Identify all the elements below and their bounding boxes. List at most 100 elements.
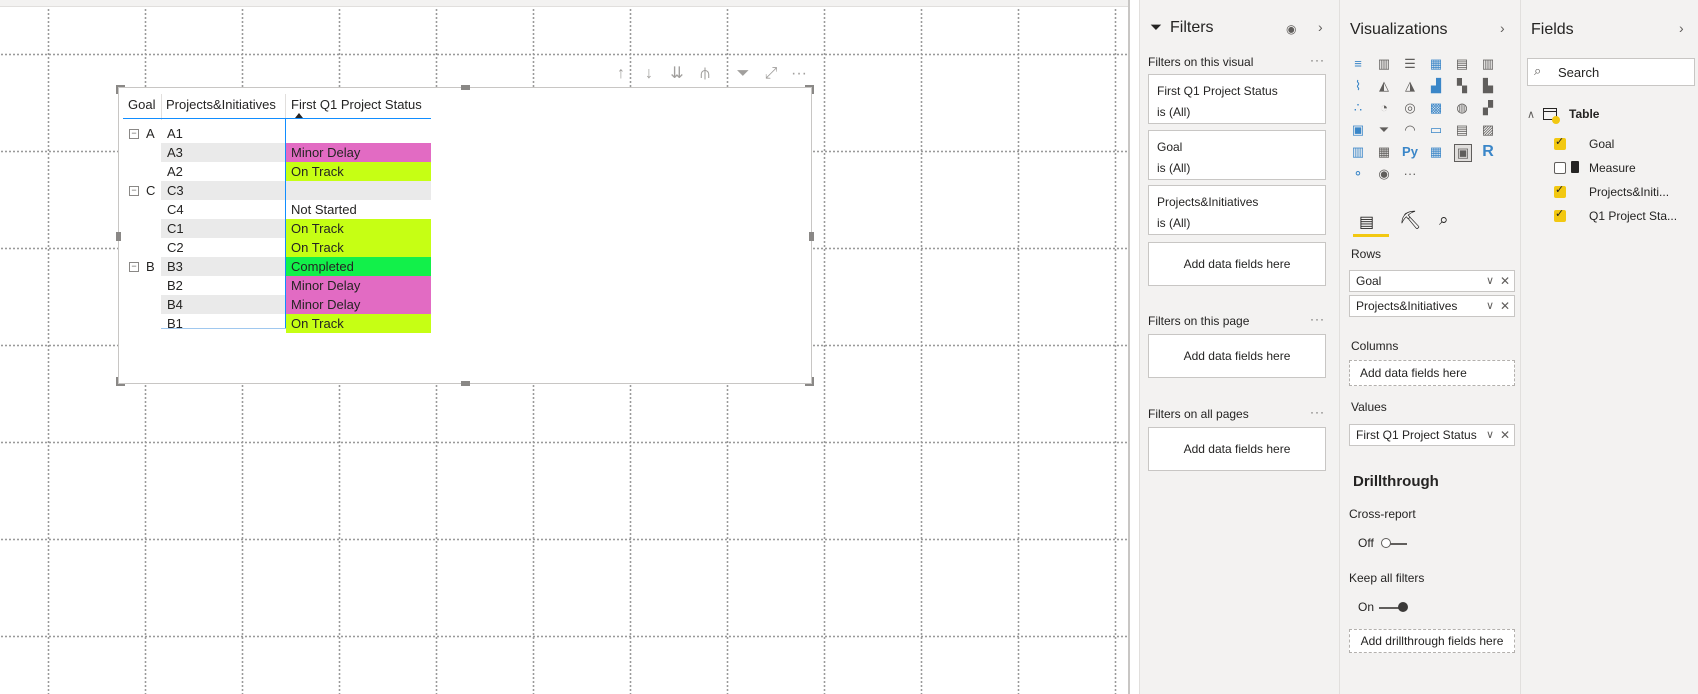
drillthrough-dropzone[interactable]: Add drillthrough fields here — [1349, 629, 1515, 653]
r-visual-icon[interactable]: R — [1480, 144, 1496, 160]
remove-x-icon[interactable]: ✕ — [1500, 425, 1510, 445]
header-status[interactable]: First Q1 Project Status — [291, 97, 422, 112]
treemap-icon[interactable]: ▩ — [1428, 100, 1444, 116]
collapse-table-chevron-icon[interactable]: ∧ — [1527, 108, 1535, 121]
project-cell: B2 — [167, 278, 183, 293]
shape-map-icon[interactable]: ▣ — [1350, 122, 1366, 138]
py-visual-icon[interactable]: Py — [1402, 144, 1418, 160]
clustered-bar-icon[interactable]: ☰ — [1402, 56, 1418, 72]
more-options-icon[interactable]: ··· — [790, 64, 808, 84]
area-chart-icon[interactable]: ◭ — [1376, 78, 1392, 94]
waterfall-icon[interactable]: ▙ — [1480, 78, 1496, 94]
filter-icon[interactable]: ⏷ — [734, 64, 752, 84]
filters-all-pages-dropzone[interactable]: Add data fields here — [1148, 427, 1326, 471]
canvas-scrollbar[interactable] — [1128, 0, 1130, 694]
collapse-minus-icon[interactable]: − — [129, 129, 139, 139]
filters-title: Filters — [1170, 19, 1214, 36]
remove-x-icon[interactable]: ✕ — [1500, 271, 1510, 291]
stacked-column-icon[interactable]: ▥ — [1376, 56, 1392, 72]
donut-chart-icon[interactable]: ◎ — [1402, 100, 1418, 116]
resize-handle-top-left[interactable] — [116, 85, 125, 94]
pie-chart-icon[interactable]: ◔ — [1376, 100, 1392, 116]
table-visual[interactable]: Goal Projects&Initiatives First Q1 Proje… — [116, 85, 814, 386]
line-chart-icon[interactable]: ⌇ — [1350, 78, 1366, 94]
resize-handle-bottom[interactable] — [461, 381, 470, 386]
filled-map-icon[interactable]: ▞ — [1480, 100, 1496, 116]
fields-tab-icon[interactable]: ▤ — [1359, 212, 1374, 232]
kpi-icon[interactable]: ▨ — [1480, 122, 1496, 138]
table-name[interactable]: Table — [1569, 107, 1599, 121]
filters-on-visual-more-icon[interactable]: ··· — [1310, 53, 1325, 67]
filters-visual-dropzone[interactable]: Add data fields here — [1148, 242, 1326, 286]
focus-mode-icon[interactable]: ⤢ — [762, 64, 780, 84]
pill-label: Goal — [1356, 274, 1382, 288]
collapse-minus-icon[interactable]: − — [129, 186, 139, 196]
filter-card-projects[interactable]: Projects&Initiatives is (All) — [1148, 185, 1326, 235]
100-bar-icon[interactable]: ▤ — [1454, 56, 1470, 72]
resize-handle-right[interactable] — [809, 232, 814, 241]
resize-handle-top[interactable] — [461, 85, 470, 90]
resize-handle-left[interactable] — [116, 232, 121, 241]
collapse-minus-icon[interactable]: − — [129, 262, 139, 272]
filters-on-page-more-icon[interactable]: ··· — [1310, 312, 1325, 326]
filters-on-all-pages-more-icon[interactable]: ··· — [1310, 405, 1325, 419]
fields-search-box[interactable]: ⌕ Search — [1527, 58, 1695, 86]
clustered-column-icon[interactable]: ▦ — [1428, 56, 1444, 72]
collapse-viz-chevron-icon[interactable]: › — [1500, 20, 1505, 36]
slicer-icon[interactable]: ▥ — [1350, 144, 1366, 160]
filter-card-status[interactable]: First Q1 Project Status is (All) — [1148, 74, 1326, 124]
more-visuals-icon[interactable]: ··· — [1402, 166, 1418, 182]
rows-field-projects[interactable]: Projects&Initiatives ∨ ✕ — [1349, 295, 1515, 317]
format-paint-roller-icon[interactable]: ⛏ — [1399, 210, 1422, 231]
filter-card-goal[interactable]: Goal is (All) — [1148, 130, 1326, 180]
header-projects[interactable]: Projects&Initiatives — [166, 97, 276, 112]
chevron-down-icon[interactable]: ∨ — [1486, 296, 1494, 316]
resize-handle-bottom-right[interactable] — [805, 377, 814, 386]
table-viz-icon[interactable]: ▦ — [1376, 144, 1392, 160]
chevron-down-icon[interactable]: ∨ — [1486, 271, 1494, 291]
field-checkbox[interactable] — [1554, 207, 1566, 222]
field-checkbox[interactable] — [1554, 135, 1566, 150]
collapse-filters-chevron-icon[interactable]: › — [1318, 19, 1323, 35]
matrix-selected-icon[interactable]: ▣ — [1454, 144, 1472, 162]
stacked-area-icon[interactable]: ◮ — [1402, 78, 1418, 94]
line-column-icon[interactable]: ▟ — [1428, 78, 1444, 94]
double-arrow-down-icon[interactable]: ⇊ — [668, 64, 686, 84]
collapse-fields-chevron-icon[interactable]: › — [1679, 20, 1684, 36]
ribbon-chart-icon[interactable]: ▚ — [1454, 78, 1470, 94]
field-name[interactable]: Measure — [1589, 161, 1636, 175]
funnel-icon[interactable]: ⏷ — [1376, 122, 1392, 138]
header-goal[interactable]: Goal — [128, 97, 155, 112]
multi-card-icon[interactable]: ▤ — [1454, 122, 1470, 138]
field-name[interactable]: Projects&Initi... — [1589, 185, 1669, 199]
status-cell: Completed — [291, 259, 354, 274]
values-field-status[interactable]: First Q1 Project Status ∨ ✕ — [1349, 424, 1515, 446]
filters-page-dropzone[interactable]: Add data fields here — [1148, 334, 1326, 378]
field-checkbox[interactable] — [1554, 162, 1566, 174]
columns-dropzone[interactable]: Add data fields here — [1349, 360, 1515, 386]
search-input[interactable]: Search — [1558, 65, 1599, 80]
status-cell: On Track — [291, 221, 344, 236]
analytics-magnifier-icon[interactable]: ⌕ — [1439, 210, 1449, 230]
field-name[interactable]: Q1 Project Sta... — [1589, 209, 1677, 223]
rows-field-goal[interactable]: Goal ∨ ✕ — [1349, 270, 1515, 292]
eye-icon[interactable]: ◉ — [1286, 22, 1296, 36]
field-name[interactable]: Goal — [1589, 137, 1614, 151]
remove-x-icon[interactable]: ✕ — [1500, 296, 1510, 316]
scatter-icon[interactable]: ∴ — [1350, 100, 1366, 116]
drill-up-arrow-icon[interactable]: ↑ — [612, 64, 630, 84]
key-influencers-icon[interactable]: ⚬ — [1350, 166, 1366, 182]
gauge-icon[interactable]: ◠ — [1402, 122, 1418, 138]
expand-hierarchy-icon[interactable]: ⫛ — [696, 64, 714, 84]
stacked-bar-icon[interactable]: ≡ — [1350, 56, 1366, 72]
field-checkbox[interactable] — [1554, 183, 1566, 198]
chevron-down-icon[interactable]: ∨ — [1486, 425, 1494, 445]
drill-down-arrow-icon[interactable]: ↓ — [640, 64, 658, 84]
map-icon[interactable]: ◍ — [1454, 100, 1470, 116]
matrix-icon[interactable]: ▦ — [1428, 144, 1444, 160]
card-icon[interactable]: ▭ — [1428, 122, 1444, 138]
100-column-icon[interactable]: ▥ — [1480, 56, 1496, 72]
resize-handle-bottom-left[interactable] — [116, 377, 125, 386]
arcgis-icon[interactable]: ◉ — [1376, 166, 1392, 182]
resize-handle-top-right[interactable] — [805, 85, 814, 94]
